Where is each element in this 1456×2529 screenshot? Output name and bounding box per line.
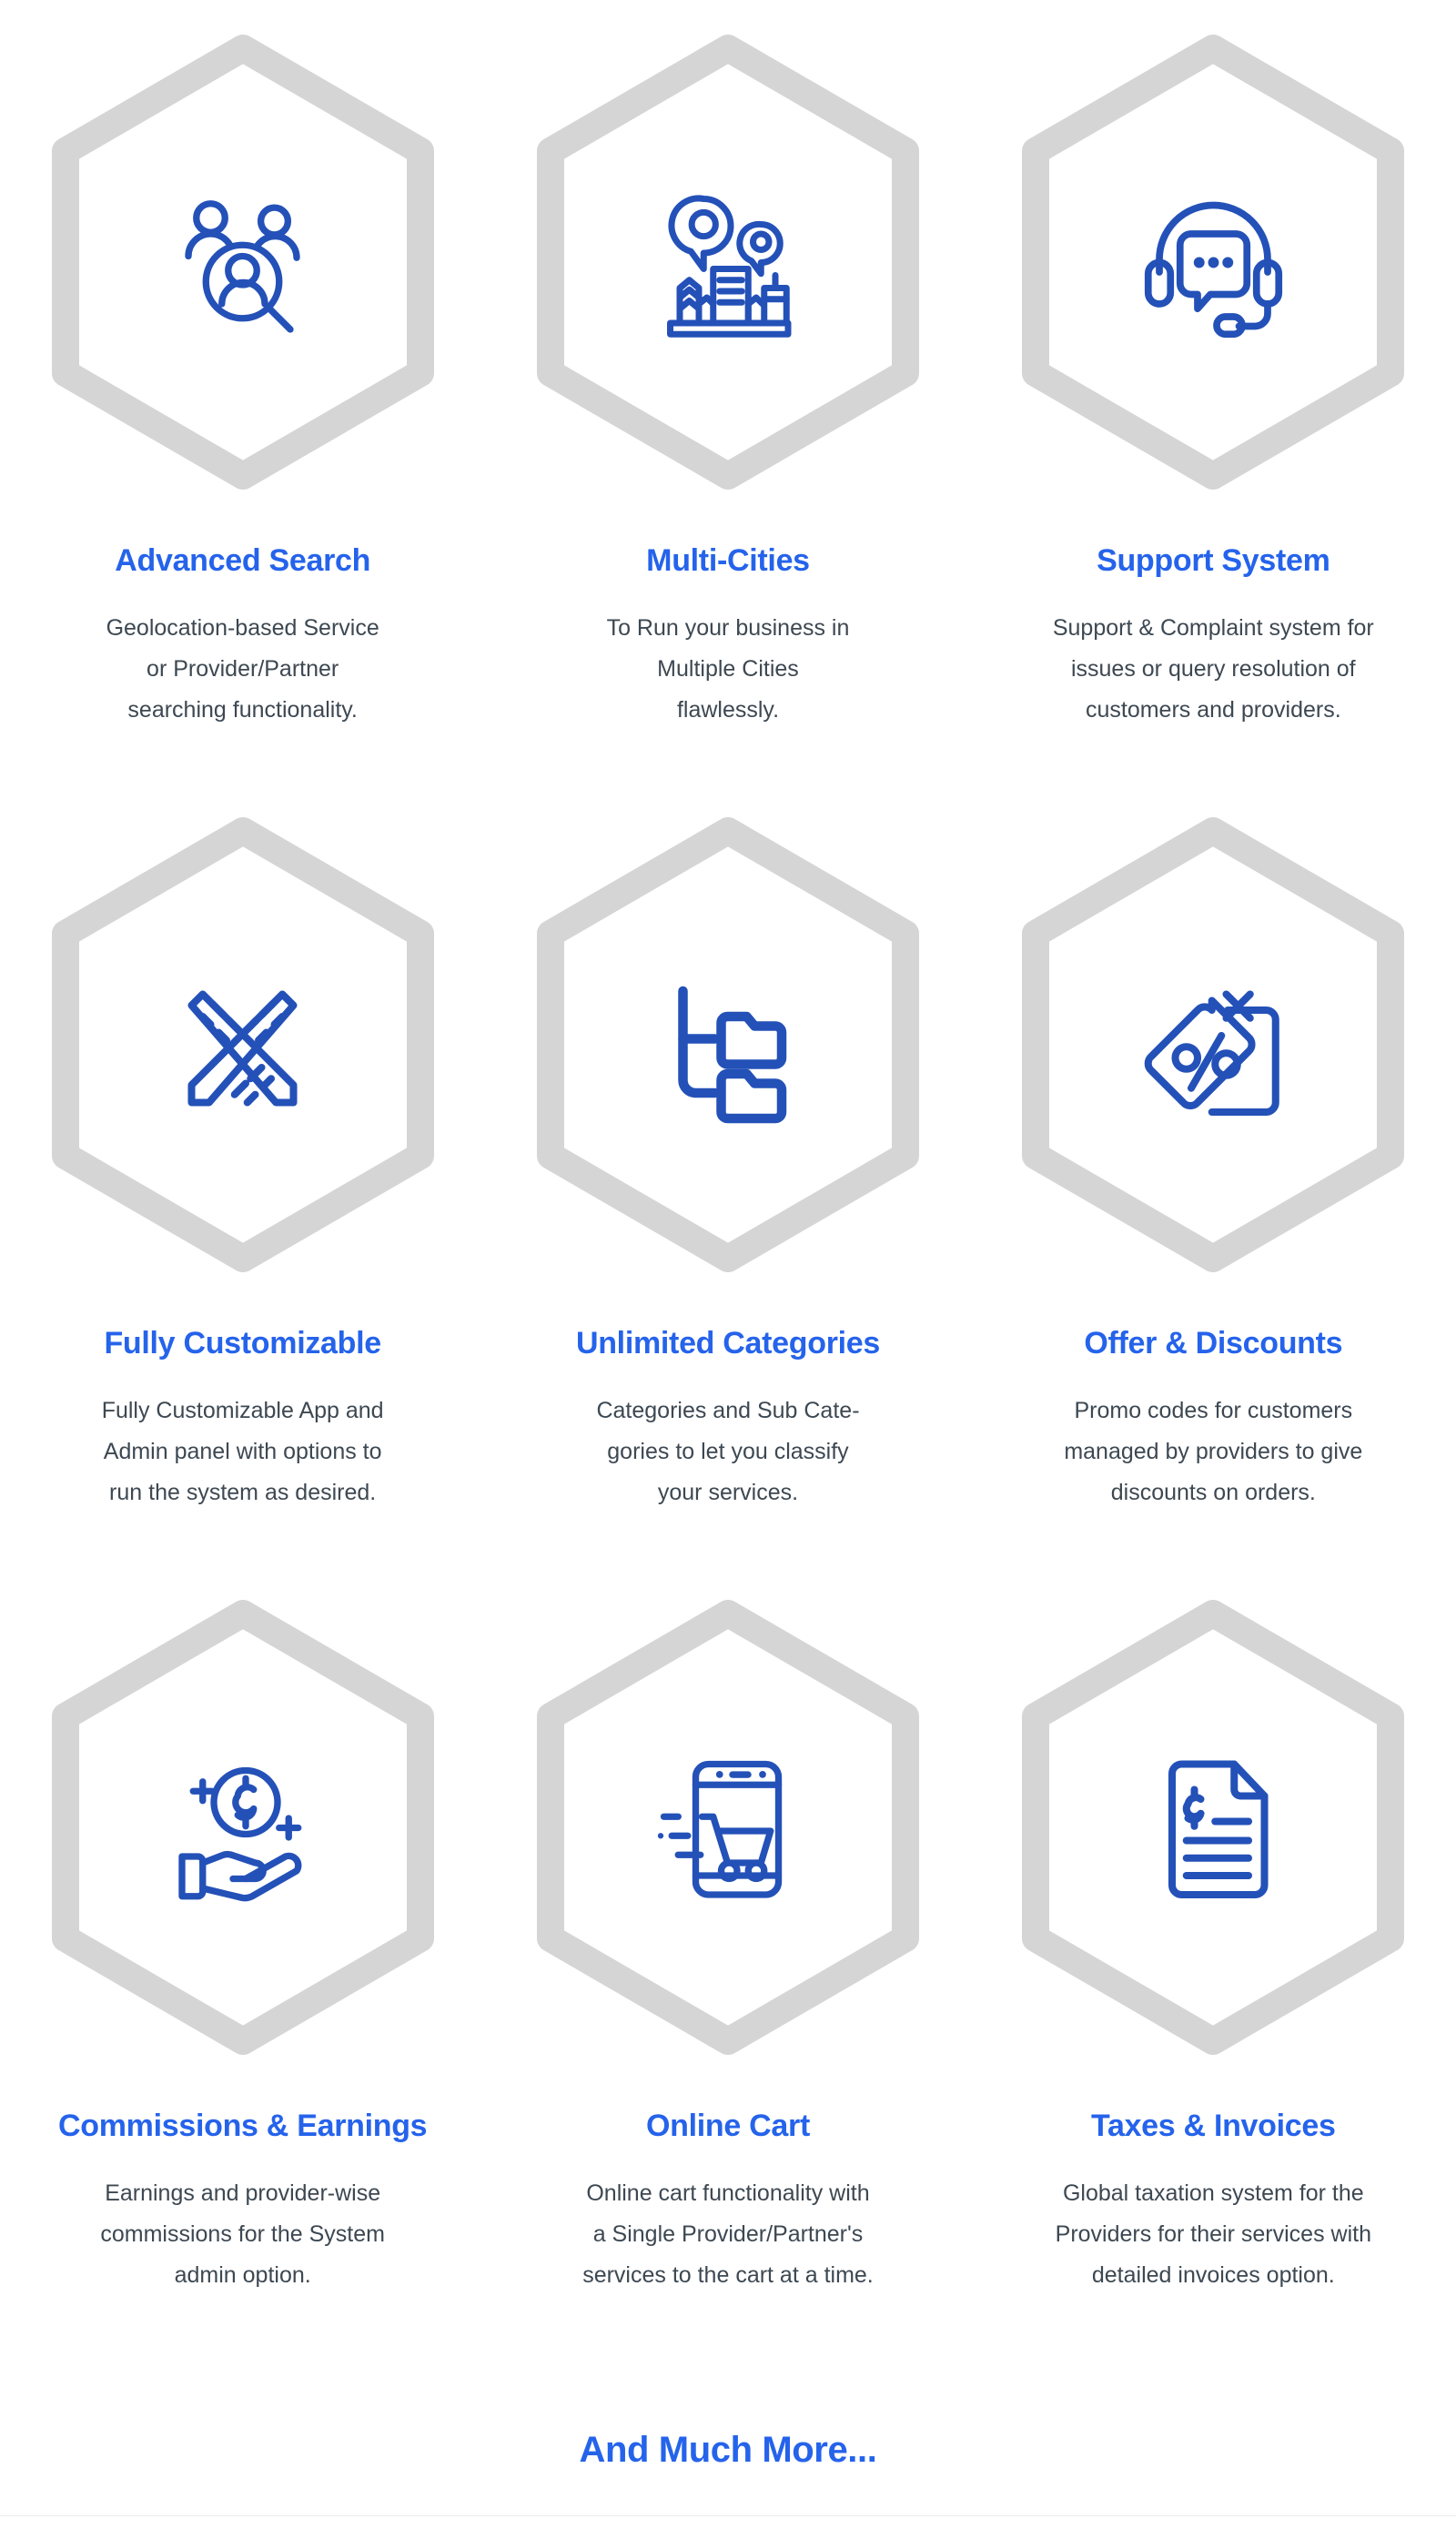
- feature-description: Support & Complaint system for issues or…: [1013, 608, 1413, 731]
- hexagon-badge: [986, 25, 1441, 499]
- feature-description: Earnings and provider-wise commissions f…: [43, 2173, 443, 2296]
- feature-card-taxes-invoices[interactable]: Taxes & Invoices Global taxation system …: [971, 1591, 1456, 2373]
- desc-line: run the system as desired.: [109, 1480, 377, 1505]
- feature-description: Categories and Sub Cate- gories to let y…: [528, 1391, 928, 1513]
- feature-card-support-system[interactable]: Support System Support & Complaint syste…: [971, 25, 1456, 808]
- footer-divider: [0, 2515, 1456, 2516]
- feature-title: Commissions & Earnings: [58, 2109, 428, 2143]
- feature-description: Online cart functionality with a Single …: [528, 2173, 928, 2296]
- feature-title: Taxes & Invoices: [1091, 2109, 1336, 2143]
- desc-line: Geolocation-based Service: [106, 615, 379, 641]
- desc-line: gories to let you classify: [607, 1439, 849, 1464]
- hexagon-badge: [986, 808, 1441, 1281]
- desc-line: Support & Complaint system for: [1052, 615, 1374, 641]
- feature-title: Multi-Cities: [646, 543, 810, 578]
- desc-line: Admin panel with options to: [103, 1439, 382, 1464]
- desc-line: Online cart functionality with: [586, 2180, 870, 2206]
- feature-card-commissions-earnings[interactable]: Commissions & Earnings Earnings and prov…: [0, 1591, 485, 2373]
- feature-title: Advanced Search: [115, 543, 371, 578]
- headset-chat-icon: [1131, 180, 1295, 344]
- desc-line: Global taxation system for the: [1062, 2180, 1364, 2206]
- desc-line: a Single Provider/Partner's: [592, 2221, 864, 2247]
- desc-line: or Provider/Partner: [147, 656, 339, 682]
- desc-line: Categories and Sub Cate-: [596, 1398, 860, 1423]
- feature-title: Online Cart: [646, 2109, 810, 2143]
- feature-row: Fully Customizable Fully Customizable Ap…: [0, 808, 1456, 1591]
- feature-description: Fully Customizable App and Admin panel w…: [43, 1391, 443, 1513]
- hexagon-badge: [15, 1591, 470, 2064]
- features-grid: Advanced Search Geolocation-based Servic…: [0, 0, 1456, 2373]
- and-much-more-label: And Much More...: [579, 2430, 877, 2470]
- user-search-icon: [161, 180, 325, 344]
- desc-line: managed by providers to give: [1064, 1439, 1363, 1464]
- desc-line: Multiple Cities: [657, 656, 799, 682]
- desc-line: flawlessly.: [676, 697, 780, 723]
- discount-tag-icon: [1131, 963, 1295, 1127]
- desc-line: searching functionality.: [127, 697, 358, 723]
- feature-card-fully-customizable[interactable]: Fully Customizable Fully Customizable Ap…: [0, 808, 485, 1591]
- hand-coin-icon: [161, 1745, 325, 1909]
- feature-card-advanced-search[interactable]: Advanced Search Geolocation-based Servic…: [0, 25, 485, 808]
- feature-title: Fully Customizable: [104, 1326, 381, 1361]
- feature-description: Promo codes for customers managed by pro…: [1013, 1391, 1413, 1513]
- feature-row: Commissions & Earnings Earnings and prov…: [0, 1591, 1456, 2373]
- desc-line: admin option.: [174, 2262, 311, 2288]
- folder-tree-icon: [646, 963, 810, 1127]
- desc-line: detailed invoices option.: [1091, 2262, 1335, 2288]
- feature-title: Support System: [1097, 543, 1330, 578]
- hexagon-badge: [500, 25, 956, 499]
- city-map-pins-icon: [646, 180, 810, 344]
- hexagon-badge: [500, 1591, 956, 2064]
- feature-title: Offer & Discounts: [1084, 1326, 1343, 1361]
- desc-line: issues or query resolution of: [1070, 656, 1356, 682]
- desc-line: your services.: [657, 1480, 799, 1505]
- feature-description: Global taxation system for the Providers…: [1013, 2173, 1413, 2296]
- feature-description: Geolocation-based Service or Provider/Pa…: [43, 608, 443, 731]
- desc-line: commissions for the System: [100, 2221, 385, 2247]
- desc-line: customers and providers.: [1085, 697, 1341, 723]
- hexagon-badge: [500, 808, 956, 1281]
- desc-line: services to the cart at a time.: [582, 2262, 874, 2288]
- desc-line: Promo codes for customers: [1074, 1398, 1353, 1423]
- invoice-document-icon: [1131, 1745, 1295, 1909]
- features-page: Advanced Search Geolocation-based Servic…: [0, 0, 1456, 2529]
- desc-line: Earnings and provider-wise: [105, 2180, 381, 2206]
- feature-title: Unlimited Categories: [575, 1326, 881, 1361]
- desc-line: discounts on orders.: [1110, 1480, 1316, 1505]
- feature-card-online-cart[interactable]: Online Cart Online cart functionality wi…: [485, 1591, 970, 2373]
- hexagon-badge: [15, 25, 470, 499]
- feature-card-unlimited-categories[interactable]: Unlimited Categories Categories and Sub …: [485, 808, 970, 1591]
- feature-card-offer-discounts[interactable]: Offer & Discounts Promo codes for custom…: [971, 808, 1456, 1591]
- desc-line: Fully Customizable App and: [101, 1398, 384, 1423]
- pencil-ruler-icon: [161, 963, 325, 1127]
- feature-card-multi-cities[interactable]: Multi-Cities To Run your business in Mul…: [485, 25, 970, 808]
- mobile-cart-icon: [646, 1745, 810, 1909]
- desc-line: To Run your business in: [606, 615, 850, 641]
- hexagon-badge: [986, 1591, 1441, 2064]
- hexagon-badge: [15, 808, 470, 1281]
- feature-row: Advanced Search Geolocation-based Servic…: [0, 25, 1456, 808]
- desc-line: Providers for their services with: [1055, 2221, 1371, 2247]
- feature-description: To Run your business in Multiple Cities …: [528, 608, 928, 731]
